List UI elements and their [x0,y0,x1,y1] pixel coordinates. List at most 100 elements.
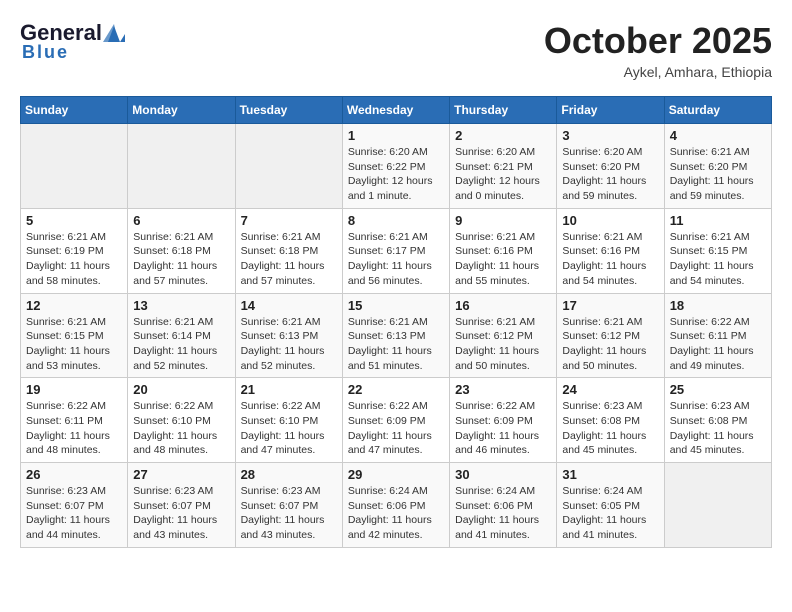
day-info: Sunrise: 6:23 AM Sunset: 6:07 PM Dayligh… [241,484,337,543]
calendar-day-cell: 25 Sunrise: 6:23 AM Sunset: 6:08 PM Dayli… [664,378,771,463]
logo: General Blue [20,20,126,63]
day-number: 5 [26,213,122,228]
day-number: 11 [670,213,766,228]
day-number: 10 [562,213,658,228]
calendar-day-cell: 29Sunrise: 6:24 AM Sunset: 6:06 PM Dayli… [342,463,449,548]
day-number: 15 [348,298,444,313]
day-info: Sunrise: 6:21 AM Sunset: 6:15 PM Dayligh… [26,315,122,374]
day-info: Sunrise: 6:23 AM Sunset: 6:07 PM Dayligh… [133,484,229,543]
calendar-week-row: 26 Sunrise: 6:23 AM Sunset: 6:07 PM Dayli… [21,463,772,548]
day-info: Sunrise: 6:23 AM Sunset: 6:08 PM Dayligh… [562,399,658,458]
calendar-day-cell [21,124,128,209]
title-block: October 2025 Aykel, Amhara, Ethiopia [544,20,772,80]
calendar-table: SundayMondayTuesdayWednesdayThursdayFrid… [20,96,772,548]
calendar-day-cell: 17 Sunrise: 6:21 AM Sunset: 6:12 PM Dayli… [557,293,664,378]
calendar-day-cell: 21 Sunrise: 6:22 AM Sunset: 6:10 PM Dayli… [235,378,342,463]
day-number: 1 [348,128,444,143]
day-info: Sunrise: 6:21 AM Sunset: 6:13 PM Dayligh… [348,315,444,374]
calendar-day-cell: 4 Sunrise: 6:21 AM Sunset: 6:20 PM Daylig… [664,124,771,209]
day-info: Sunrise: 6:24 AM Sunset: 6:06 PM Dayligh… [455,484,551,543]
day-number: 25 [670,382,766,397]
calendar-day-cell: 13Sunrise: 6:21 AM Sunset: 6:14 PM Dayli… [128,293,235,378]
day-info: Sunrise: 6:20 AM Sunset: 6:22 PM Dayligh… [348,145,444,204]
day-info: Sunrise: 6:21 AM Sunset: 6:20 PM Dayligh… [670,145,766,204]
calendar-day-cell: 12 Sunrise: 6:21 AM Sunset: 6:15 PM Dayli… [21,293,128,378]
day-number: 30 [455,467,551,482]
day-info: Sunrise: 6:21 AM Sunset: 6:17 PM Dayligh… [348,230,444,289]
day-info: Sunrise: 6:23 AM Sunset: 6:07 PM Dayligh… [26,484,122,543]
weekday-header: Monday [128,97,235,124]
weekday-header: Thursday [450,97,557,124]
calendar-day-cell: 26 Sunrise: 6:23 AM Sunset: 6:07 PM Dayli… [21,463,128,548]
calendar-day-cell: 3 Sunrise: 6:20 AM Sunset: 6:20 PM Daylig… [557,124,664,209]
day-number: 22 [348,382,444,397]
day-number: 23 [455,382,551,397]
day-number: 27 [133,467,229,482]
day-info: Sunrise: 6:21 AM Sunset: 6:14 PM Dayligh… [133,315,229,374]
day-number: 3 [562,128,658,143]
day-number: 8 [348,213,444,228]
day-number: 7 [241,213,337,228]
logo-icon [103,24,125,42]
calendar-week-row: 12 Sunrise: 6:21 AM Sunset: 6:15 PM Dayli… [21,293,772,378]
weekday-header: Friday [557,97,664,124]
calendar-day-cell: 28 Sunrise: 6:23 AM Sunset: 6:07 PM Dayli… [235,463,342,548]
page-header: General Blue October 2025 Aykel, Amhara,… [20,20,772,80]
day-info: Sunrise: 6:23 AM Sunset: 6:08 PM Dayligh… [670,399,766,458]
day-number: 16 [455,298,551,313]
calendar-day-cell: 15 Sunrise: 6:21 AM Sunset: 6:13 PM Dayli… [342,293,449,378]
calendar-day-cell: 22 Sunrise: 6:22 AM Sunset: 6:09 PM Dayli… [342,378,449,463]
calendar-day-cell: 10 Sunrise: 6:21 AM Sunset: 6:16 PM Dayli… [557,208,664,293]
day-number: 26 [26,467,122,482]
calendar-day-cell: 7 Sunrise: 6:21 AM Sunset: 6:18 PM Daylig… [235,208,342,293]
calendar-week-row: 19 Sunrise: 6:22 AM Sunset: 6:11 PM Dayli… [21,378,772,463]
weekday-header: Saturday [664,97,771,124]
day-number: 12 [26,298,122,313]
day-number: 18 [670,298,766,313]
day-info: Sunrise: 6:20 AM Sunset: 6:20 PM Dayligh… [562,145,658,204]
calendar-day-cell: 1 Sunrise: 6:20 AM Sunset: 6:22 PM Daylig… [342,124,449,209]
calendar-week-row: 5 Sunrise: 6:21 AM Sunset: 6:19 PM Daylig… [21,208,772,293]
day-info: Sunrise: 6:22 AM Sunset: 6:11 PM Dayligh… [670,315,766,374]
day-info: Sunrise: 6:21 AM Sunset: 6:12 PM Dayligh… [455,315,551,374]
day-number: 9 [455,213,551,228]
day-info: Sunrise: 6:20 AM Sunset: 6:21 PM Dayligh… [455,145,551,204]
day-info: Sunrise: 6:21 AM Sunset: 6:18 PM Dayligh… [241,230,337,289]
calendar-day-cell [128,124,235,209]
calendar-day-cell: 16 Sunrise: 6:21 AM Sunset: 6:12 PM Dayli… [450,293,557,378]
day-info: Sunrise: 6:22 AM Sunset: 6:10 PM Dayligh… [241,399,337,458]
day-number: 21 [241,382,337,397]
day-info: Sunrise: 6:21 AM Sunset: 6:16 PM Dayligh… [455,230,551,289]
weekday-header: Tuesday [235,97,342,124]
month-title: October 2025 [544,20,772,62]
day-number: 19 [26,382,122,397]
day-info: Sunrise: 6:22 AM Sunset: 6:11 PM Dayligh… [26,399,122,458]
weekday-header: Wednesday [342,97,449,124]
calendar-day-cell: 19 Sunrise: 6:22 AM Sunset: 6:11 PM Dayli… [21,378,128,463]
calendar-day-cell: 20Sunrise: 6:22 AM Sunset: 6:10 PM Dayli… [128,378,235,463]
day-info: Sunrise: 6:21 AM Sunset: 6:12 PM Dayligh… [562,315,658,374]
day-info: Sunrise: 6:21 AM Sunset: 6:19 PM Dayligh… [26,230,122,289]
calendar-day-cell: 9 Sunrise: 6:21 AM Sunset: 6:16 PM Daylig… [450,208,557,293]
day-info: Sunrise: 6:21 AM Sunset: 6:16 PM Dayligh… [562,230,658,289]
calendar-day-cell: 18 Sunrise: 6:22 AM Sunset: 6:11 PM Dayli… [664,293,771,378]
calendar-day-cell: 23Sunrise: 6:22 AM Sunset: 6:09 PM Dayli… [450,378,557,463]
day-number: 28 [241,467,337,482]
day-number: 17 [562,298,658,313]
logo-blue: Blue [22,42,69,63]
calendar-day-cell: 27 Sunrise: 6:23 AM Sunset: 6:07 PM Dayli… [128,463,235,548]
calendar-day-cell: 11Sunrise: 6:21 AM Sunset: 6:15 PM Dayli… [664,208,771,293]
calendar-header-row: SundayMondayTuesdayWednesdayThursdayFrid… [21,97,772,124]
calendar-day-cell: 5 Sunrise: 6:21 AM Sunset: 6:19 PM Daylig… [21,208,128,293]
day-number: 4 [670,128,766,143]
day-number: 14 [241,298,337,313]
calendar-day-cell: 14Sunrise: 6:21 AM Sunset: 6:13 PM Dayli… [235,293,342,378]
calendar-day-cell [235,124,342,209]
calendar-day-cell [664,463,771,548]
day-info: Sunrise: 6:22 AM Sunset: 6:09 PM Dayligh… [348,399,444,458]
calendar-day-cell: 2 Sunrise: 6:20 AM Sunset: 6:21 PM Daylig… [450,124,557,209]
calendar-day-cell: 6Sunrise: 6:21 AM Sunset: 6:18 PM Daylig… [128,208,235,293]
day-number: 31 [562,467,658,482]
day-number: 6 [133,213,229,228]
day-number: 2 [455,128,551,143]
